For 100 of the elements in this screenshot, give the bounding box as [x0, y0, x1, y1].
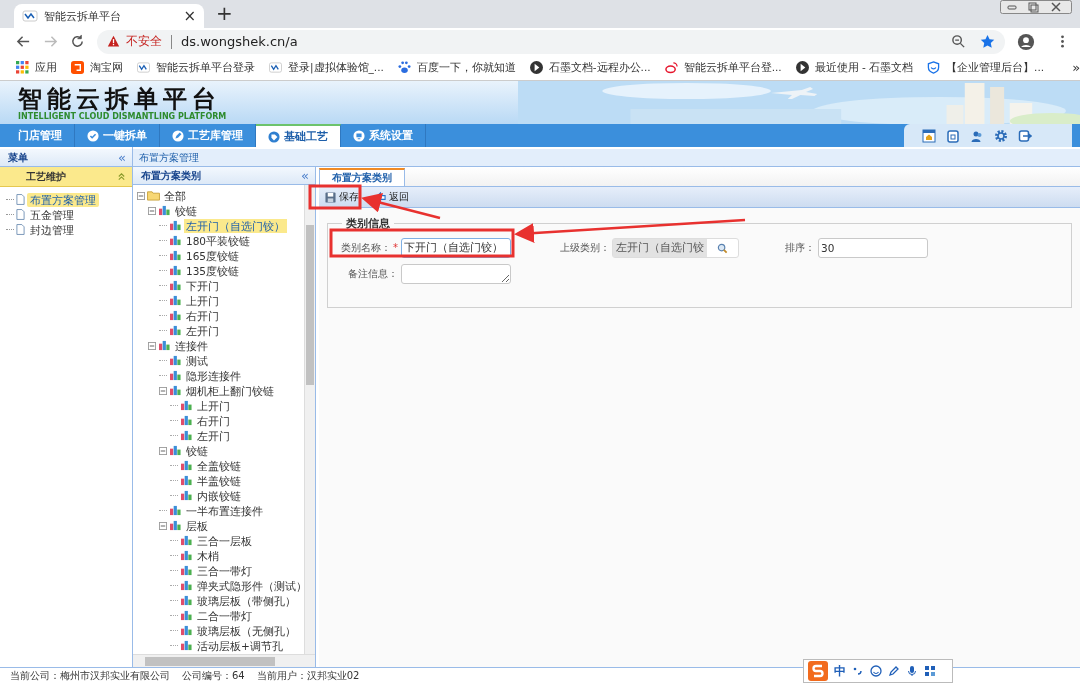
tab-title: 智能云拆单平台	[44, 8, 122, 24]
play-circle-icon[interactable]	[795, 61, 809, 74]
notes-field[interactable]	[401, 264, 511, 284]
ime-logo-icon[interactable]	[808, 661, 828, 681]
logout-icon[interactable]	[1018, 128, 1032, 143]
pen-icon[interactable]	[888, 665, 900, 677]
address-bar[interactable]: 不安全 ds.wongshek.cn/a	[97, 29, 1005, 54]
collapse-toggle-icon[interactable]	[159, 521, 167, 530]
bookmark[interactable]: 淘宝网	[90, 60, 123, 75]
tree-item[interactable]: 左开门（自选门铰）	[184, 218, 287, 233]
save-icon[interactable]	[325, 191, 336, 203]
microphone-icon[interactable]	[906, 665, 918, 677]
star-icon[interactable]	[980, 34, 995, 49]
lookup-field[interactable]: 左开门（自选门铰	[612, 238, 739, 258]
play-circle-icon[interactable]	[529, 61, 543, 74]
tree-item[interactable]: 上开门	[195, 398, 232, 413]
tree-item[interactable]: 右开门	[184, 308, 221, 323]
grid-icon[interactable]	[924, 665, 936, 677]
tree-item[interactable]: 全部	[162, 188, 188, 203]
bookmark[interactable]: 智能云拆单平台登...	[683, 60, 782, 75]
sidebar-item[interactable]: 布置方案管理	[27, 192, 99, 207]
bookmark[interactable]: 最近使用 - 石墨文档	[814, 60, 914, 75]
sidebar-item[interactable]: 五金管理	[27, 207, 77, 222]
accordion-header[interactable]: 工艺维护	[0, 167, 132, 187]
tree-item[interactable]: 层板	[184, 518, 210, 533]
swirl-logo-icon[interactable]	[664, 61, 678, 74]
collapse-button[interactable]: «	[301, 168, 309, 183]
tree-item[interactable]: 连接件	[173, 338, 210, 353]
home-window-icon[interactable]	[922, 128, 936, 143]
tree-item[interactable]: 半盖铰链	[195, 473, 243, 488]
search-icon[interactable]	[717, 242, 728, 254]
save-button[interactable]: 保存	[339, 190, 359, 204]
tree-item[interactable]: 左开门	[184, 323, 221, 338]
punctuation-icon[interactable]	[852, 665, 864, 677]
tree-item[interactable]: 三合一层板	[195, 533, 254, 548]
tree-item[interactable]: 全盖铰链	[195, 458, 243, 473]
tree-item[interactable]: 弹夹式隐形件（测试）	[195, 578, 304, 593]
back-button[interactable]: 返回	[389, 190, 409, 204]
paw-icon[interactable]	[397, 61, 411, 74]
settings-icon[interactable]	[994, 128, 1008, 143]
bookmark[interactable]: 智能云拆单平台登录	[156, 60, 255, 75]
site-logo-icon[interactable]	[137, 61, 150, 74]
shield-icon[interactable]	[927, 61, 941, 74]
bookmark[interactable]: 应用	[35, 60, 57, 75]
input-field[interactable]: 30	[818, 238, 928, 258]
tree-item[interactable]: 一半布置连接件	[184, 503, 265, 518]
tree-item[interactable]: 135度铰链	[184, 263, 242, 278]
ime-toolbar[interactable]: 中	[803, 659, 953, 683]
window-controls[interactable]	[1000, 0, 1072, 14]
tree-item[interactable]: 三合一带灯	[195, 563, 254, 578]
tree-item[interactable]: 隐形连接件	[184, 368, 243, 383]
back-icon[interactable]	[16, 34, 31, 49]
tree-item[interactable]: 内嵌铰链	[195, 488, 243, 503]
scrollbar[interactable]	[133, 654, 315, 667]
browser-tab[interactable]: 智能云拆单平台 ×	[14, 4, 204, 28]
tree-item[interactable]: 烟机柜上翻门铰链	[184, 383, 276, 398]
pen-icon	[172, 129, 184, 142]
bookmark[interactable]: 石墨文档-远程办公...	[548, 60, 651, 75]
input-field[interactable]: 下开门（自选门铰）	[401, 238, 511, 258]
zoom-out-icon[interactable]	[951, 34, 966, 49]
tree-item[interactable]: 二合一带灯	[195, 608, 254, 623]
tree-item[interactable]: 玻璃层板（无侧孔）	[195, 623, 298, 638]
shop-logo-icon[interactable]	[71, 61, 84, 74]
site-logo-icon[interactable]	[269, 61, 282, 74]
nav-tab[interactable]: 基础工艺	[256, 124, 341, 147]
tree-item[interactable]: 木梢	[195, 548, 221, 563]
content-tab[interactable]: 布置方案类别	[319, 168, 405, 186]
reload-icon[interactable]	[70, 34, 85, 49]
new-tab-button[interactable]: +	[216, 1, 233, 25]
sidebar-item[interactable]: 封边管理	[27, 222, 77, 237]
close-tab-button[interactable]: ×	[183, 7, 196, 25]
smiley-icon[interactable]	[870, 665, 882, 677]
bar-chart-icon	[180, 430, 193, 441]
tree-item[interactable]: 活动层板+调节孔	[195, 638, 285, 653]
tree-item[interactable]: 上开门	[184, 293, 221, 308]
tree-item[interactable]: 左开门	[195, 428, 232, 443]
collapse-toggle-icon[interactable]	[159, 386, 167, 395]
bookmark[interactable]: 登录|虚拟体验馆_...	[288, 60, 384, 75]
bookmark[interactable]: 【企业管理后台】...	[946, 60, 1045, 75]
collapse-button[interactable]: «	[118, 150, 126, 165]
collapse-toggle-icon[interactable]	[148, 206, 156, 215]
input-mode-label[interactable]: 中	[834, 662, 846, 680]
collapse-toggle-icon[interactable]	[148, 341, 156, 350]
scrollbar[interactable]	[304, 185, 315, 654]
more-bookmarks-button[interactable]: »	[1072, 60, 1080, 75]
bar-chart-icon	[169, 280, 182, 291]
tree-item[interactable]: 铰链	[173, 203, 199, 218]
tree-item[interactable]: 玻璃层板（带侧孔）	[195, 593, 298, 608]
tree-item[interactable]: 180平装铰链	[184, 233, 253, 248]
collapse-toggle-icon[interactable]	[137, 191, 145, 200]
tree-item[interactable]: 铰链	[184, 443, 210, 458]
apps-grid-icon[interactable]	[16, 61, 29, 74]
collapse-toggle-icon[interactable]	[159, 446, 167, 455]
bookmark[interactable]: 百度一下，你就知道	[416, 60, 516, 75]
bar-chart-icon	[180, 535, 193, 546]
tree-item[interactable]: 165度铰链	[184, 248, 242, 263]
tree-item[interactable]: 下开门	[184, 278, 221, 293]
account-icon[interactable]	[1017, 32, 1035, 51]
tree-item[interactable]: 右开门	[195, 413, 232, 428]
tree-item[interactable]: 测试	[184, 353, 210, 368]
